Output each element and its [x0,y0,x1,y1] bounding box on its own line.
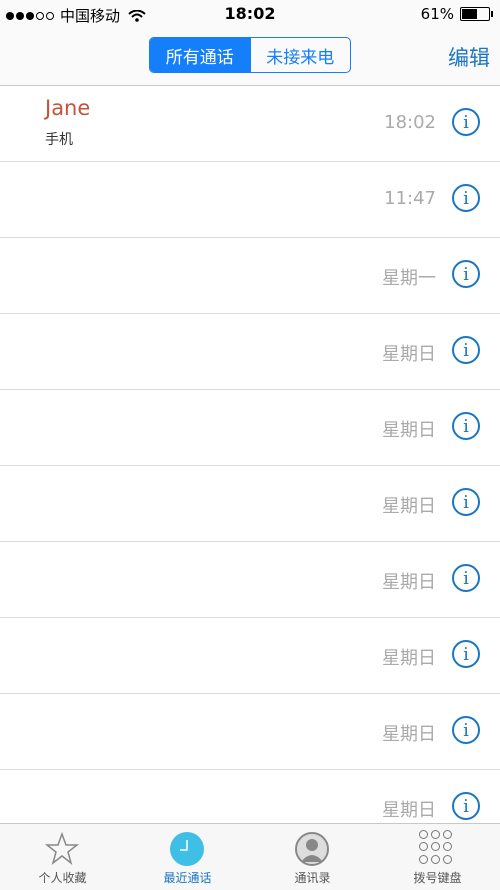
tab-favorites-label: 个人收藏 [38,871,87,885]
tab-contacts-label: 通讯录 [294,871,331,885]
tab-bar: 个人收藏 最近通话 通讯录 拨号键盘 [0,823,500,890]
call-filter-segmented-control: 所有通话 未接来电 [149,37,351,73]
call-time: 星期日 [382,724,436,745]
status-bar: 中国移动 18:02 61% [0,0,500,28]
call-row[interactable]: 星期日 i [0,390,500,466]
info-icon[interactable]: i [452,108,480,136]
info-icon[interactable]: i [452,640,480,668]
tab-keypad-label: 拨号键盘 [413,871,462,885]
tab-keypad[interactable]: 拨号键盘 [375,824,500,890]
info-icon[interactable]: i [452,792,480,820]
tab-favorites[interactable]: 个人收藏 [0,824,125,890]
call-time: 11:47 [384,188,436,209]
tab-recents[interactable]: 最近通话 [125,824,250,890]
battery-percent: 61% [420,5,454,23]
call-time: 星期一 [382,268,436,289]
call-time: 星期日 [382,648,436,669]
call-row[interactable]: 11:47 i [0,162,500,238]
call-row[interactable]: Jane 手机 18:02 i [0,86,500,162]
caller-name: Jane [45,96,91,120]
segment-missed-calls[interactable]: 未接来电 [249,38,351,72]
contacts-icon [295,832,329,866]
call-time: 星期日 [382,572,436,593]
call-row[interactable]: 星期日 i [0,542,500,618]
info-icon[interactable]: i [452,184,480,212]
recent-calls-list: Jane 手机 18:02 i 11:47 i 星期一 i 星期日 i 星期日 i 星期日 i 星期日 i 星期… [0,86,500,846]
info-icon[interactable]: i [452,260,480,288]
tab-contacts[interactable]: 通讯录 [250,824,375,890]
call-row[interactable]: 星期一 i [0,238,500,314]
info-icon[interactable]: i [452,716,480,744]
call-row[interactable]: 星期日 i [0,466,500,542]
call-time: 星期日 [382,344,436,365]
segment-all-calls[interactable]: 所有通话 [150,38,250,72]
navigation-bar: 所有通话 未接来电 编辑 [0,28,500,86]
keypad-icon [419,830,453,864]
info-icon[interactable]: i [452,564,480,592]
clock-icon [170,832,204,866]
call-row[interactable]: 星期日 i [0,694,500,770]
call-time: 星期日 [382,496,436,517]
edit-button[interactable]: 编辑 [448,42,490,72]
info-icon[interactable]: i [452,336,480,364]
star-icon [45,832,79,865]
call-type: 手机 [45,132,73,148]
call-row[interactable]: 星期日 i [0,314,500,390]
tab-recents-label: 最近通话 [163,871,212,885]
info-icon[interactable]: i [452,412,480,440]
call-row[interactable]: 星期日 i [0,618,500,694]
call-time: 星期日 [382,420,436,441]
info-icon[interactable]: i [452,488,480,516]
call-time: 星期日 [382,800,436,821]
battery-icon [460,7,493,21]
call-time: 18:02 [384,112,436,133]
battery-area: 61% [420,5,493,23]
